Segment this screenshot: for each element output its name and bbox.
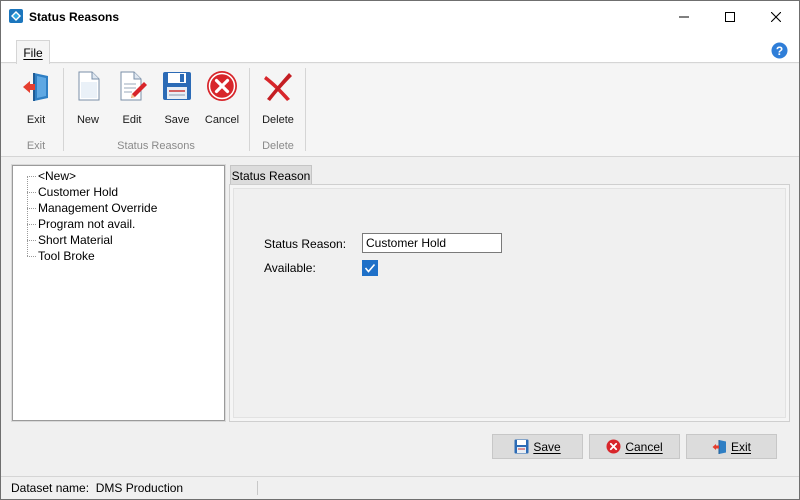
group-exit-label: Exit xyxy=(26,140,46,152)
status-separator xyxy=(257,481,258,495)
tab-file[interactable]: File xyxy=(16,40,50,64)
exit-button-label: Exit xyxy=(730,439,751,454)
group-delete-label: Delete xyxy=(262,140,294,152)
save-ribbon-button[interactable]: Save xyxy=(156,68,198,130)
delete-x-icon xyxy=(264,73,292,101)
detail-panel xyxy=(229,184,790,422)
minimize-button[interactable] xyxy=(661,1,707,32)
exit-door-icon xyxy=(23,73,48,101)
tab-file-label: File xyxy=(23,45,43,60)
save-button-label: Save xyxy=(533,439,561,454)
cancel-ribbon-button[interactable]: Cancel xyxy=(201,68,243,130)
tree-item-label: Tool Broke xyxy=(38,249,95,263)
diamond-app-icon xyxy=(9,9,23,23)
floppy-disk-icon xyxy=(514,439,529,454)
save-button[interactable]: Save xyxy=(492,434,583,459)
dataset-name-text: Dataset name: DMS Production xyxy=(11,481,184,495)
maximize-button[interactable] xyxy=(707,1,753,32)
tree-item[interactable]: Short Material xyxy=(27,232,113,248)
tree-item-label: Management Override xyxy=(38,201,158,215)
exit-ribbon-button[interactable]: Exit xyxy=(15,68,57,130)
checkmark-icon xyxy=(364,263,376,273)
tree-item[interactable]: Management Override xyxy=(27,200,157,216)
cancel-circle-icon xyxy=(207,71,237,101)
exit-ribbon-label: Exit xyxy=(26,114,46,126)
new-document-icon xyxy=(78,71,100,101)
floppy-disk-icon xyxy=(163,72,191,100)
tree-item-label: Customer Hold xyxy=(38,185,119,199)
close-icon xyxy=(771,11,781,22)
cancel-button[interactable]: Cancel xyxy=(589,434,680,459)
ribbon-separator xyxy=(63,68,64,151)
svg-text:?: ? xyxy=(776,44,783,58)
status-reason-tree[interactable]: <New> Customer Hold Management Override … xyxy=(11,164,226,422)
minimize-icon xyxy=(679,16,689,17)
status-reason-input[interactable] xyxy=(362,233,502,253)
edit-document-icon xyxy=(120,71,147,101)
close-button[interactable] xyxy=(753,1,799,32)
detail-panel-inner xyxy=(233,188,786,418)
tree-item-label: Program not avail. xyxy=(38,217,136,231)
cancel-ribbon-label: Cancel xyxy=(204,114,240,126)
exit-door-icon xyxy=(712,440,726,454)
tree-item-label: <New> xyxy=(38,169,77,183)
tree-item[interactable]: Customer Hold xyxy=(27,184,118,200)
status-reason-label: Status Reason: xyxy=(264,237,347,251)
window-title: Status Reasons xyxy=(29,10,120,24)
tree-item[interactable]: Program not avail. xyxy=(27,216,135,232)
status-bar: Dataset name: DMS Production xyxy=(1,476,799,499)
delete-ribbon-label: Delete xyxy=(262,114,294,126)
ribbon: Exit Exit New Edit Save Cancel Status Re… xyxy=(1,64,799,157)
new-ribbon-button[interactable]: New xyxy=(67,68,109,130)
ribbon-tab-row: File xyxy=(1,32,799,64)
status-reasons-window: Status Reasons File ? Exit Exit New Edit… xyxy=(0,0,800,500)
title-bar: Status Reasons xyxy=(1,1,799,32)
group-status-reasons-label: Status Reasons xyxy=(117,140,195,152)
exit-button[interactable]: Exit xyxy=(686,434,777,459)
cancel-button-label: Cancel xyxy=(625,439,663,454)
help-icon[interactable]: ? xyxy=(771,42,788,59)
available-checkbox[interactable] xyxy=(362,260,378,276)
tree-item-label: Short Material xyxy=(38,233,113,247)
cancel-circle-icon xyxy=(606,439,621,454)
tab-status-reason[interactable]: Status Reason xyxy=(230,165,312,185)
maximize-icon xyxy=(725,11,735,22)
ribbon-separator xyxy=(305,68,306,151)
tree-item[interactable]: Tool Broke xyxy=(27,248,95,264)
ribbon-separator xyxy=(249,68,250,151)
tree-item[interactable]: <New> xyxy=(27,168,76,184)
available-label: Available: xyxy=(264,261,316,275)
delete-ribbon-button[interactable]: Delete xyxy=(257,68,299,130)
edit-ribbon-button[interactable]: Edit xyxy=(111,68,153,130)
